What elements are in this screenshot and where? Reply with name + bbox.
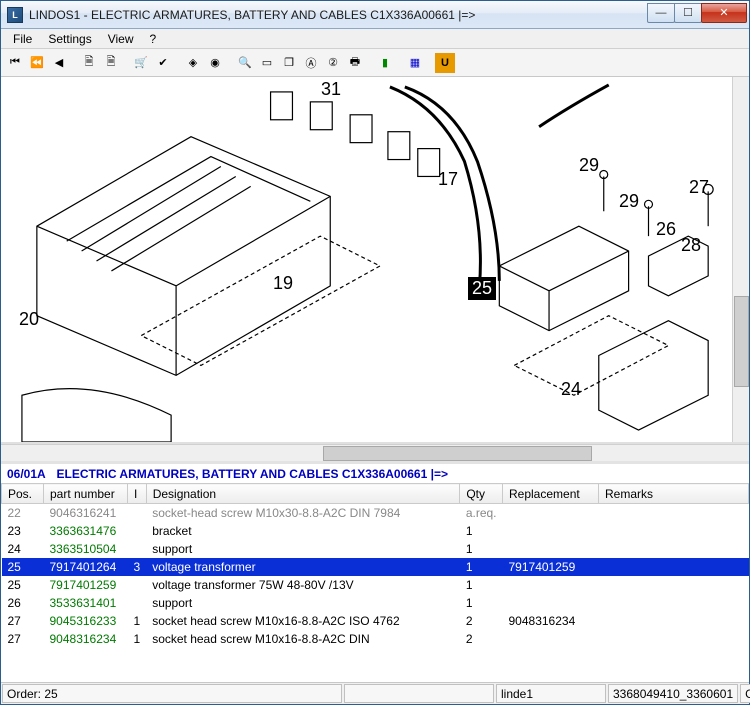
col-pos[interactable]: Pos. xyxy=(2,484,44,504)
maximize-button[interactable]: ☐ xyxy=(674,3,702,23)
callout-17: 17 xyxy=(438,169,458,190)
check-icon[interactable]: ✔ xyxy=(153,53,173,73)
menu-settings[interactable]: Settings xyxy=(40,32,99,46)
flag-icon[interactable]: ▦ xyxy=(405,53,425,73)
col-des[interactable]: Designation xyxy=(146,484,460,504)
menu-help[interactable]: ? xyxy=(142,32,165,46)
table-row[interactable]: 257917401259voltage transformer 75W 48-8… xyxy=(2,576,749,594)
status-order: Order: 25 xyxy=(2,684,342,703)
tag1-icon[interactable]: ◈ xyxy=(183,53,203,73)
book-icon[interactable]: ▮ xyxy=(375,53,395,73)
callout-19: 19 xyxy=(273,273,293,294)
nav-rewind-icon[interactable]: ⏪ xyxy=(27,53,47,73)
titlebar[interactable]: L LINDOS1 - ELECTRIC ARMATURES, BATTERY … xyxy=(1,1,749,29)
callout-31: 31 xyxy=(321,79,341,100)
callout-29b: 29 xyxy=(619,191,639,212)
menu-file[interactable]: File xyxy=(5,32,40,46)
callout-28: 28 xyxy=(681,235,701,256)
statusbar: Order: 25 linde1 3368049410_3360601 GB G… xyxy=(1,682,749,704)
nav-back-icon[interactable]: ◀ xyxy=(49,53,69,73)
print-icon[interactable]: 🖶 xyxy=(345,53,365,73)
copy-icon[interactable]: ❐ xyxy=(279,53,299,73)
col-qty[interactable]: Qty xyxy=(460,484,503,504)
table-row[interactable]: 229046316241socket-head screw M10x30-8.8… xyxy=(2,504,749,523)
tool-icon[interactable]: ② xyxy=(323,53,343,73)
table-row[interactable]: 2790453162331socket head screw M10x16-8.… xyxy=(2,612,749,630)
status-user: linde1 xyxy=(496,684,606,703)
table-row[interactable]: 263533631401support1 xyxy=(2,594,749,612)
col-pn[interactable]: part number xyxy=(44,484,128,504)
close-button[interactable]: ✕ xyxy=(701,3,747,23)
table-row[interactable]: 2790483162341socket head screw M10x16-8.… xyxy=(2,630,749,648)
menu-view[interactable]: View xyxy=(100,32,142,46)
status-empty xyxy=(344,684,494,703)
doc2-icon[interactable]: 🗎 xyxy=(101,53,121,73)
menubar: File Settings View ? xyxy=(1,29,749,49)
callout-20: 20 xyxy=(19,309,39,330)
parts-panel: 06/01A ELECTRIC ARMATURES, BATTERY AND C… xyxy=(1,464,749,682)
parts-table[interactable]: Pos. part number I Designation Qty Repla… xyxy=(1,483,749,682)
info-icon[interactable]: Ⓐ xyxy=(301,53,321,73)
table-row[interactable]: 2579174012643voltage transformer17917401… xyxy=(2,558,749,576)
minimize-button[interactable]: — xyxy=(647,3,675,23)
exploded-diagram xyxy=(1,77,749,442)
col-rem[interactable]: Remarks xyxy=(599,484,749,504)
callout-29a: 29 xyxy=(579,155,599,176)
col-i[interactable]: I xyxy=(128,484,147,504)
doc1-icon[interactable]: 🗎 xyxy=(79,53,99,73)
callout-25[interactable]: 25 xyxy=(468,277,496,300)
u-icon[interactable]: U xyxy=(435,53,455,73)
app-icon: L xyxy=(7,7,23,23)
cart-icon[interactable]: 🛒 xyxy=(131,53,151,73)
window-controls: — ☐ ✕ xyxy=(648,3,747,23)
nav-first-icon[interactable]: ⏮ xyxy=(5,53,25,73)
zoom-in-icon[interactable]: 🔍 xyxy=(235,53,255,73)
callout-24: 24 xyxy=(561,379,581,400)
table-row[interactable]: 243363510504support1 xyxy=(2,540,749,558)
window-title: LINDOS1 - ELECTRIC ARMATURES, BATTERY AN… xyxy=(29,8,648,22)
table-row[interactable]: 233363631476bracket1 xyxy=(2,522,749,540)
main-window: L LINDOS1 - ELECTRIC ARMATURES, BATTERY … xyxy=(0,0,750,705)
diagram-viewer[interactable]: 31 17 19 20 25 24 29 29 26 27 28 xyxy=(1,77,749,444)
status-doc: 3368049410_3360601 xyxy=(608,684,738,703)
callout-27: 27 xyxy=(689,177,709,198)
diagram-hscroll[interactable] xyxy=(1,444,749,461)
status-lang1: GB xyxy=(740,684,750,703)
callout-26: 26 xyxy=(656,219,676,240)
diagram-vscroll[interactable] xyxy=(732,77,749,442)
toolbar: ⏮ ⏪ ◀ 🗎 🗎 🛒 ✔ ◈ ◉ 🔍 ▭ ❐ Ⓐ ② 🖶 ▮ ▦ U xyxy=(1,49,749,77)
col-rep[interactable]: Replacement xyxy=(503,484,599,504)
page-icon[interactable]: ▭ xyxy=(257,53,277,73)
section-title: 06/01A ELECTRIC ARMATURES, BATTERY AND C… xyxy=(1,464,749,483)
tag2-icon[interactable]: ◉ xyxy=(205,53,225,73)
